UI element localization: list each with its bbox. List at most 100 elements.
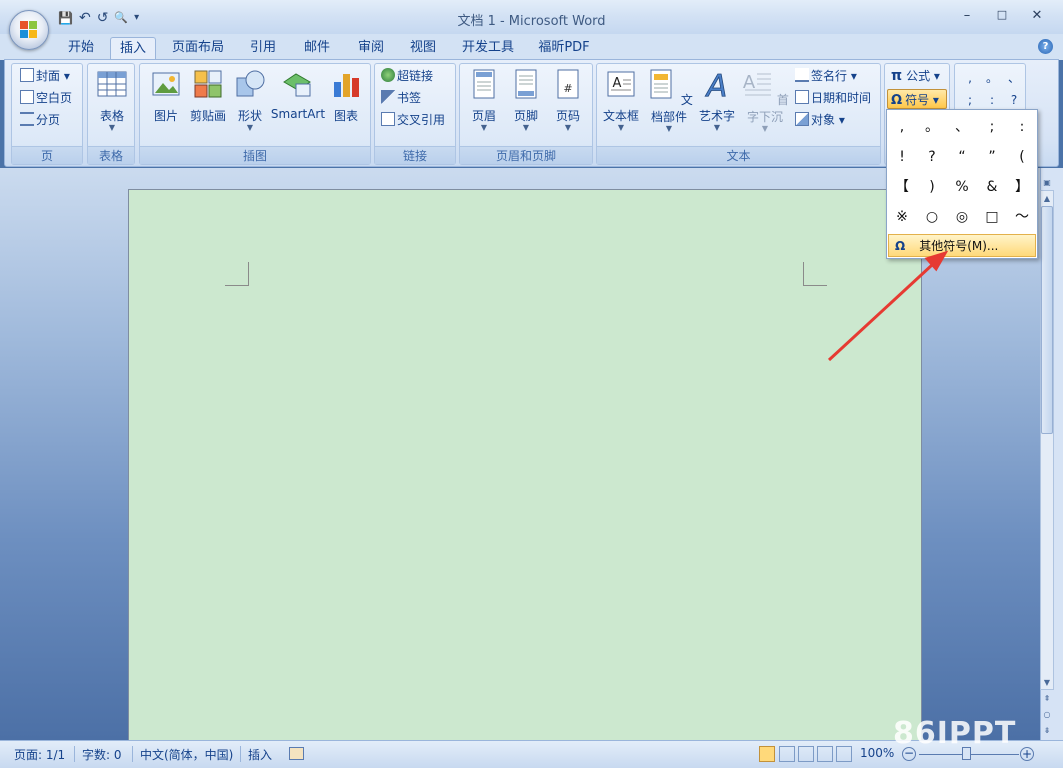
group-text: A 文本框 ▼ 文档部件 ▼ A 艺术字 ▼ A 首字下沉 ▼ 签名行 ▾ 日期… [596, 63, 881, 165]
quick-symbol[interactable]: 、 [1005, 68, 1023, 88]
symbol-label: 符号 [905, 93, 930, 107]
table-label: 表格 [99, 109, 124, 123]
drop-cap-button[interactable]: A 首字下沉 ▼ [739, 68, 791, 133]
page-count[interactable]: 页面: 1/1 [14, 746, 65, 763]
footer-icon [515, 69, 537, 99]
symbol-cell[interactable]: ※ [887, 202, 917, 232]
blank-page-button[interactable]: 空白页 [20, 88, 72, 108]
word-count[interactable]: 字数: 0 [82, 746, 122, 763]
date-time-label: 日期和时间 [811, 91, 872, 105]
scrollbar-thumb[interactable] [1041, 206, 1053, 434]
scroll-up-icon[interactable]: ▲ [1041, 192, 1053, 206]
blank-page-icon [20, 90, 34, 104]
quick-symbol[interactable]: ? [1005, 90, 1023, 110]
symbol-cell[interactable]: 。 [917, 112, 947, 142]
signature-line-button[interactable]: 签名行 ▾ [795, 66, 857, 86]
svg-text:#: # [563, 82, 572, 95]
scroll-down-icon[interactable]: ▼ [1041, 676, 1053, 690]
symbol-dropdown: , 。 、 ; : ! ? “ ” ( 【 ) % & 】 ※ ○ ◎ □ ～ … [886, 109, 1038, 259]
footer-button[interactable]: 页脚 ▼ [506, 68, 546, 132]
header-button[interactable]: 页眉 ▼ [464, 68, 504, 132]
chart-button[interactable]: 图表 [326, 68, 366, 124]
margin-corner-mark [225, 262, 249, 286]
tab-view[interactable]: 视图 [402, 37, 444, 61]
symbol-cell[interactable]: ? [917, 142, 947, 172]
symbol-cell[interactable]: ～ [1007, 202, 1037, 232]
web-layout-view-icon[interactable] [798, 746, 814, 762]
calendar-icon [795, 90, 809, 104]
signature-icon [795, 68, 809, 82]
symbol-cell[interactable]: ( [1007, 142, 1037, 172]
symbol-cell[interactable]: ” [977, 142, 1007, 172]
page-break-button[interactable]: 分页 [20, 110, 60, 130]
page-number-button[interactable]: # 页码 ▼ [548, 68, 588, 132]
zoom-in-icon[interactable]: + [1020, 747, 1034, 761]
quick-symbol[interactable]: ; [961, 90, 979, 110]
picture-button[interactable]: 图片 [146, 68, 186, 124]
symbol-cell[interactable]: ◎ [947, 202, 977, 232]
quick-symbol[interactable]: 。 [983, 68, 1001, 88]
quick-parts-button[interactable]: 文档部件 ▼ [643, 68, 695, 133]
minimize-button[interactable]: – [950, 8, 984, 23]
table-button[interactable]: 表格 ▼ [92, 68, 132, 132]
equation-button[interactable]: π 公式 ▾ [891, 66, 940, 86]
close-button[interactable]: ✕ [1020, 8, 1054, 23]
symbol-cell[interactable]: , [887, 112, 917, 142]
zoom-level[interactable]: 100% [860, 746, 894, 760]
previous-page-icon[interactable]: ⇞ [1041, 692, 1053, 706]
clip-art-label: 剪贴画 [189, 109, 226, 123]
symbol-cell[interactable]: ○ [917, 202, 947, 232]
bookmark-button[interactable]: 书签 [381, 88, 421, 108]
print-layout-view-icon[interactable] [759, 746, 775, 762]
help-icon[interactable]: ? [1038, 39, 1053, 54]
symbol-button[interactable]: Ω 符号 ▾ [887, 89, 947, 109]
tab-home[interactable]: 开始 [60, 37, 102, 61]
symbol-cell[interactable]: & [977, 172, 1007, 202]
object-icon [795, 112, 809, 126]
symbol-cell[interactable]: ) [917, 172, 947, 202]
browse-object-icon[interactable]: ○ [1041, 708, 1053, 722]
more-symbols-button[interactable]: Ω 其他符号(M)... [888, 234, 1036, 257]
maximize-button[interactable]: □ [985, 8, 1019, 21]
page-break-label: 分页 [36, 113, 61, 127]
symbol-cell[interactable]: ; [977, 112, 1007, 142]
symbol-cell[interactable]: ! [887, 142, 917, 172]
cross-reference-button[interactable]: 交叉引用 [381, 110, 445, 130]
view-ruler-icon[interactable]: ▣ [1041, 176, 1053, 190]
quick-symbol[interactable]: , [961, 68, 979, 88]
tab-developer[interactable]: 开发工具 [456, 37, 520, 61]
text-box-button[interactable]: A 文本框 ▼ [601, 68, 641, 132]
tab-insert[interactable]: 插入 [110, 37, 156, 61]
macro-record-icon[interactable] [289, 747, 304, 760]
insert-mode-status[interactable]: 插入 [248, 746, 272, 763]
document-page[interactable] [128, 189, 922, 749]
shapes-button[interactable]: 形状 ▼ [230, 68, 270, 132]
tab-page-layout[interactable]: 页面布局 [166, 37, 230, 61]
tab-references[interactable]: 引用 [242, 37, 284, 61]
tab-review[interactable]: 审阅 [350, 37, 392, 61]
outline-view-icon[interactable] [817, 746, 833, 762]
language-status[interactable]: 中文(简体，中国) [140, 746, 233, 763]
quick-symbol[interactable]: : [983, 90, 1001, 110]
smartart-button[interactable]: SmartArt [270, 68, 326, 121]
full-screen-reading-view-icon[interactable] [779, 746, 795, 762]
draft-view-icon[interactable] [836, 746, 852, 762]
next-page-icon[interactable]: ⇟ [1041, 724, 1053, 738]
tab-mailings[interactable]: 邮件 [296, 37, 338, 61]
cover-page-button[interactable]: 封面 ▾ [20, 66, 70, 86]
hyperlink-button[interactable]: 超链接 [381, 66, 433, 86]
symbol-cell[interactable]: 】 [1007, 172, 1037, 202]
symbol-cell[interactable]: 【 [887, 172, 917, 202]
symbol-cell[interactable]: 、 [947, 112, 977, 142]
tab-foxit-pdf[interactable]: 福昕PDF [532, 37, 596, 61]
office-button[interactable] [9, 10, 49, 50]
object-button[interactable]: 对象 ▾ [795, 110, 845, 130]
symbol-cell[interactable]: □ [977, 202, 1007, 232]
symbol-cell[interactable]: : [1007, 112, 1037, 142]
date-time-button[interactable]: 日期和时间 [795, 88, 871, 108]
symbol-cell[interactable]: “ [947, 142, 977, 172]
clip-art-button[interactable]: 剪贴画 [186, 68, 230, 124]
group-label-page: 页 [12, 146, 82, 164]
wordart-button[interactable]: A 艺术字 ▼ [697, 68, 737, 132]
symbol-cell[interactable]: % [947, 172, 977, 202]
